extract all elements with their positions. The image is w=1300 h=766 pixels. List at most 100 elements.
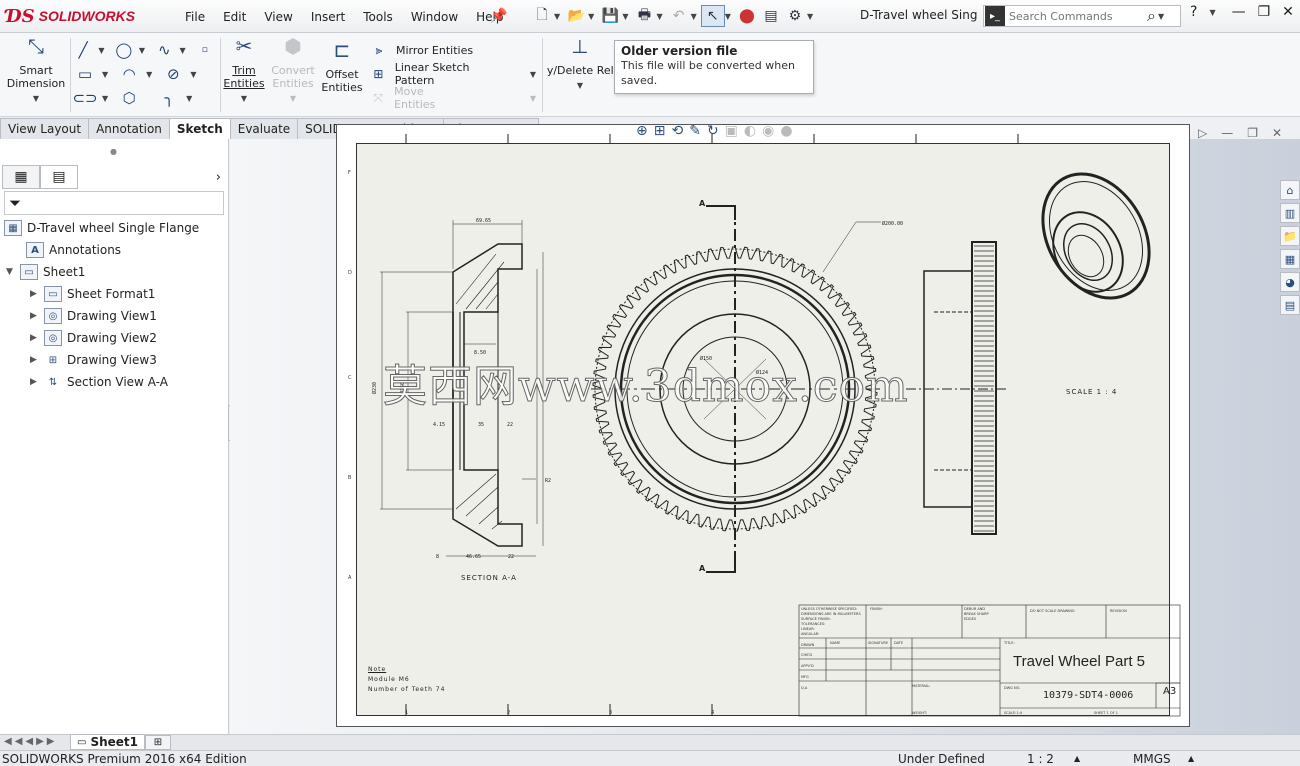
custom-properties-icon[interactable]: ▤ xyxy=(1280,295,1300,315)
fillet-icon[interactable]: ╮ xyxy=(158,87,180,109)
chevron-down-icon[interactable]: ▼ xyxy=(186,94,192,103)
new-document-icon[interactable]: 🗋 xyxy=(530,5,554,27)
sheet-tab-sheet1[interactable]: ▭ Sheet1 xyxy=(70,734,146,750)
tree-item-annotations[interactable]: A Annotations xyxy=(26,240,121,260)
tab-evaluate[interactable]: Evaluate xyxy=(229,118,299,139)
add-sheet-icon[interactable]: ⊞ xyxy=(145,735,171,750)
chevron-down-icon[interactable]: ▼ xyxy=(102,70,108,79)
rebuild-traffic-light-icon[interactable]: ⬤ xyxy=(735,5,759,27)
chevron-down-icon[interactable]: ▼ xyxy=(588,12,594,21)
search-icon[interactable]: ⌕ xyxy=(1147,6,1156,26)
menu-view[interactable]: View xyxy=(255,10,301,24)
design-library-icon[interactable]: ▥ xyxy=(1280,203,1300,223)
expand-chevron-icon[interactable]: ▶ xyxy=(30,333,44,343)
pin-icon[interactable]: 📌 xyxy=(487,5,511,27)
search-input[interactable] xyxy=(1009,9,1145,23)
save-icon[interactable]: 💾 xyxy=(598,5,622,27)
chevron-down-icon[interactable]: ▼ xyxy=(139,46,145,55)
tree-item-root[interactable]: ▦ D-Travel wheel Single Flange xyxy=(4,218,199,238)
arc-icon[interactable]: ◠ xyxy=(118,63,140,85)
file-explorer-icon[interactable]: 📁 xyxy=(1280,226,1300,246)
sheet-navigation-arrows-icon[interactable]: ◀◀◀▶▶ xyxy=(4,736,57,747)
display-delete-relations-button[interactable]: ⊥ Display/Delete Relations ▼ xyxy=(546,40,614,92)
chevron-down-icon[interactable]: ▼ xyxy=(656,12,662,21)
home-icon[interactable]: ⌂ xyxy=(1280,180,1300,200)
trim-entities-button[interactable]: ✂ Trim Entities ▼ xyxy=(222,36,266,105)
rectangle-icon[interactable]: ▭ xyxy=(74,63,96,85)
tree-item-sheet-format1[interactable]: ▶ ▭ Sheet Format1 xyxy=(30,284,155,304)
convert-entities-button[interactable]: ⬢ Convert Entities ▼ xyxy=(268,36,318,105)
expand-panel-icon[interactable]: ▷ xyxy=(1198,126,1207,140)
rotate-icon[interactable]: ↻ xyxy=(707,123,719,139)
print-icon[interactable]: 🖶 xyxy=(632,5,656,27)
help-icon[interactable]: ? xyxy=(1190,4,1197,20)
chevron-up-icon[interactable]: ▲ xyxy=(1074,754,1080,763)
status-units[interactable]: MMGS xyxy=(1133,752,1171,766)
chevron-down-icon[interactable]: ▼ xyxy=(179,46,185,55)
smart-dimension-button[interactable]: ⤡ Smart Dimension ▼ xyxy=(6,36,66,105)
spline-icon[interactable]: ∿ xyxy=(155,39,173,61)
polygon-icon[interactable]: ⬡ xyxy=(118,87,140,109)
mirror-entities-button[interactable]: ⫸ Mirror Entities xyxy=(368,38,540,62)
undo-icon[interactable]: ↶ xyxy=(667,5,691,27)
viewport-close-icon[interactable]: ✕ xyxy=(1272,126,1282,140)
status-sheet-scale[interactable]: 1 : 2 xyxy=(1027,752,1054,766)
minimize-icon[interactable]: — xyxy=(1232,4,1246,20)
point-icon[interactable]: ▫ xyxy=(196,39,214,61)
chevron-down-icon[interactable]: ▼ xyxy=(530,70,536,79)
filter-funnel-icon[interactable]: ⏷ xyxy=(9,194,21,212)
chevron-down-icon[interactable]: ▼ xyxy=(577,79,583,92)
slot-icon[interactable]: ⊂⊃ xyxy=(72,87,97,109)
chevron-right-icon[interactable]: › xyxy=(216,170,221,185)
tree-item-drawing-view3[interactable]: ▶ ⊞ Drawing View3 xyxy=(30,350,157,370)
restore-icon[interactable]: ❐ xyxy=(1258,4,1271,20)
chevron-down-icon[interactable]: ▼ xyxy=(554,12,560,21)
solidworks-logo[interactable]: ƊS SOLIDWORKS xyxy=(6,3,162,29)
expand-chevron-icon[interactable]: ▶ xyxy=(30,355,44,365)
zoom-area-icon[interactable]: ⊞ xyxy=(654,123,666,139)
menu-tools[interactable]: Tools xyxy=(354,10,402,24)
appearances-icon[interactable]: ◕ xyxy=(1280,272,1300,292)
chevron-down-icon[interactable]: ▼ xyxy=(102,94,108,103)
linear-sketch-pattern-button[interactable]: ⊞ Linear Sketch Pattern ▼ xyxy=(368,61,540,87)
menu-edit[interactable]: Edit xyxy=(214,10,255,24)
chevron-down-icon[interactable]: ▼ xyxy=(146,70,152,79)
view-palette-icon[interactable]: ▦ xyxy=(1280,249,1300,269)
chevron-down-icon[interactable]: ▼ xyxy=(691,12,697,21)
expand-chevron-icon[interactable]: ▶ xyxy=(30,311,44,321)
expand-chevron-icon[interactable]: ▶ xyxy=(30,289,44,299)
tab-view-layout[interactable]: View Layout xyxy=(0,118,90,139)
chevron-down-icon[interactable]: ▼ xyxy=(33,92,39,105)
file-properties-icon[interactable]: ▤ xyxy=(759,5,783,27)
open-folder-icon[interactable]: 📂 xyxy=(564,5,588,27)
chevron-down-icon[interactable]: ▼ xyxy=(190,70,196,79)
chevron-down-icon[interactable]: ▼ xyxy=(807,12,813,21)
tree-filter[interactable]: ⏷ xyxy=(4,191,224,215)
hide-show-icon[interactable]: ◉ xyxy=(762,123,774,139)
tab-sketch[interactable]: Sketch xyxy=(168,118,231,139)
menu-window[interactable]: Window xyxy=(402,10,467,24)
previous-view-icon[interactable]: ⟲ xyxy=(671,123,683,139)
section-view-icon[interactable]: ✎ xyxy=(689,123,701,139)
chevron-down-icon[interactable]: ▼ xyxy=(530,94,536,103)
menu-insert[interactable]: Insert xyxy=(302,10,354,24)
chevron-up-icon[interactable]: ▲ xyxy=(1188,754,1194,763)
expand-chevron-icon[interactable]: ▶ xyxy=(30,377,44,387)
menu-file[interactable]: File xyxy=(176,10,214,24)
chevron-down-icon[interactable]: ▼ xyxy=(98,46,104,55)
collapse-chevron-icon[interactable]: ▼ xyxy=(6,267,20,277)
chevron-down-icon[interactable]: ▼ xyxy=(1158,12,1164,21)
viewport-restore-icon[interactable]: ❐ xyxy=(1247,126,1258,140)
circle-icon[interactable]: ◯ xyxy=(115,39,133,61)
options-gear-icon[interactable]: ⚙ xyxy=(783,5,807,27)
chevron-down-icon[interactable]: ▼ xyxy=(290,92,296,105)
offset-entities-button[interactable]: ⊏ Offset Entities xyxy=(320,40,364,94)
viewport-minimize-icon[interactable]: — xyxy=(1221,126,1233,140)
ellipse-icon[interactable]: ⊘ xyxy=(162,63,184,85)
chevron-down-icon[interactable]: ▼ xyxy=(725,12,731,21)
chevron-down-icon[interactable]: ▼ xyxy=(241,92,247,105)
tree-item-section-view[interactable]: ▶ ⇅ Section View A-A xyxy=(30,372,168,392)
select-pointer-icon[interactable]: ↖ xyxy=(700,5,725,27)
move-entities-button[interactable]: ⤧ Move Entities ▼ xyxy=(368,85,540,111)
chevron-down-icon[interactable]: ▼ xyxy=(1209,8,1215,17)
